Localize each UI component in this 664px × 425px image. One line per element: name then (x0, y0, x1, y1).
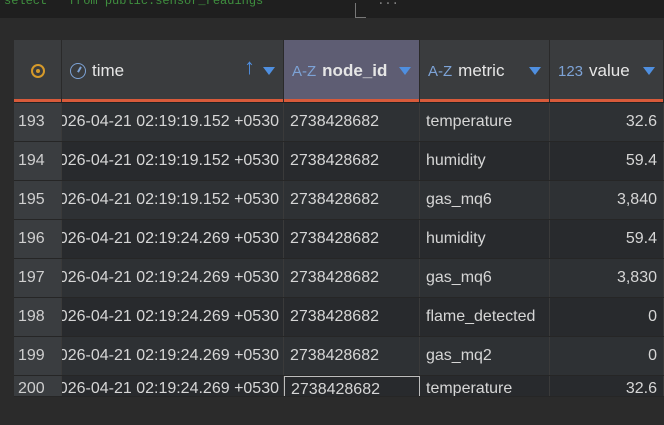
row-number[interactable]: 194 (14, 142, 62, 180)
row-number[interactable]: 199 (14, 337, 62, 375)
cell-metric[interactable]: flame_detected (420, 298, 550, 336)
cell-value[interactable]: 59.4 (550, 142, 664, 180)
cell-metric[interactable]: temperature (420, 103, 550, 141)
number-type-icon: 123 (558, 62, 584, 80)
table-row[interactable]: 197 2026-04-21 02:19:24.269 +0530 273842… (14, 259, 664, 298)
row-number[interactable]: 195 (14, 181, 62, 219)
cell-node-id[interactable]: 2738428682 (284, 220, 420, 258)
text-type-icon: A-Z (428, 62, 453, 80)
editor-bracket-icon (355, 3, 366, 18)
filter-dropdown-icon[interactable] (399, 67, 411, 75)
cell-time[interactable]: 2026-04-21 02:19:24.269 +0530 (62, 337, 284, 375)
filter-dropdown-icon[interactable] (529, 67, 541, 75)
cell-node-id[interactable]: 2738428682 (284, 181, 420, 219)
cell-value[interactable]: 0 (550, 298, 664, 336)
cell-node-id[interactable]: 2738428682 (284, 259, 420, 297)
cell-node-id[interactable]: 2738428682 (284, 376, 420, 396)
cell-metric[interactable]: humidity (420, 220, 550, 258)
sql-editor-text[interactable]: select * from public.sensor_readings (4, 0, 263, 8)
cell-node-id[interactable]: 2738428682 (284, 337, 420, 375)
grid-header: time ↑ A-Z node_id A-Z metric 123 value (14, 40, 664, 103)
cell-metric[interactable]: humidity (420, 142, 550, 180)
cell-time[interactable]: 2026-04-21 02:19:24.269 +0530 (62, 220, 284, 258)
filter-dropdown-icon[interactable] (643, 67, 655, 75)
cell-value[interactable]: 32.6 (550, 103, 664, 141)
cell-value[interactable]: 0 (550, 337, 664, 375)
row-number[interactable]: 197 (14, 259, 62, 297)
row-number[interactable]: 200 (14, 376, 62, 396)
cell-value[interactable]: 3,830 (550, 259, 664, 297)
cell-time[interactable]: 2026-04-21 02:19:19.152 +0530 (62, 142, 284, 180)
cell-time[interactable]: 2026-04-21 02:19:24.269 +0530 (62, 376, 284, 396)
cell-value[interactable]: 59.4 (550, 220, 664, 258)
cell-node-id[interactable]: 2738428682 (284, 103, 420, 141)
cell-value[interactable]: 3,840 (550, 181, 664, 219)
sql-editor-text-right[interactable]: "..." (370, 0, 406, 8)
row-number[interactable]: 198 (14, 298, 62, 336)
table-row[interactable]: 196 2026-04-21 02:19:24.269 +0530 273842… (14, 220, 664, 259)
sql-editor-strip[interactable]: select * from public.sensor_readings "..… (0, 0, 664, 18)
column-header-label: metric (458, 61, 505, 80)
table-row[interactable]: 199 2026-04-21 02:19:24.269 +0530 273842… (14, 337, 664, 376)
table-row[interactable]: 198 2026-04-21 02:19:24.269 +0530 273842… (14, 298, 664, 337)
cell-metric[interactable]: temperature (420, 376, 550, 396)
column-header-node-id[interactable]: A-Z node_id (284, 40, 420, 102)
text-type-icon: A-Z (292, 62, 317, 80)
results-grid[interactable]: time ↑ A-Z node_id A-Z metric 123 value … (14, 40, 664, 397)
filter-dropdown-icon[interactable] (263, 67, 275, 75)
cell-metric[interactable]: gas_mq2 (420, 337, 550, 375)
sort-ascending-icon[interactable]: ↑ (244, 56, 255, 78)
table-row[interactable]: 193 2026-04-21 02:19:19.152 +0530 273842… (14, 103, 664, 142)
table-row[interactable]: 200 2026-04-21 02:19:24.269 +0530 273842… (14, 376, 664, 397)
cell-metric[interactable]: gas_mq6 (420, 259, 550, 297)
row-number[interactable]: 196 (14, 220, 62, 258)
column-header-label: value (589, 61, 630, 80)
grid-body: 193 2026-04-21 02:19:19.152 +0530 273842… (14, 103, 664, 397)
cell-time[interactable]: 2026-04-21 02:19:19.152 +0530 (62, 181, 284, 219)
select-all-rows-button[interactable] (14, 40, 62, 102)
cell-value[interactable]: 32.6 (550, 376, 664, 396)
row-selector-icon (30, 64, 45, 78)
cell-metric[interactable]: gas_mq6 (420, 181, 550, 219)
table-row[interactable]: 194 2026-04-21 02:19:19.152 +0530 273842… (14, 142, 664, 181)
row-number[interactable]: 193 (14, 103, 62, 141)
cell-time[interactable]: 2026-04-21 02:19:24.269 +0530 (62, 259, 284, 297)
clock-icon (70, 63, 86, 79)
cell-node-id[interactable]: 2738428682 (284, 142, 420, 180)
cell-node-id[interactable]: 2738428682 (284, 298, 420, 336)
cell-time[interactable]: 2026-04-21 02:19:19.152 +0530 (62, 103, 284, 141)
column-header-label: node_id (322, 61, 388, 80)
table-row[interactable]: 195 2026-04-21 02:19:19.152 +0530 273842… (14, 181, 664, 220)
toolbar-gap (0, 18, 664, 40)
column-header-value[interactable]: 123 value (550, 40, 664, 102)
column-header-metric[interactable]: A-Z metric (420, 40, 550, 102)
column-header-label: time (92, 61, 125, 80)
column-header-time[interactable]: time ↑ (62, 40, 284, 102)
cell-time[interactable]: 2026-04-21 02:19:24.269 +0530 (62, 298, 284, 336)
